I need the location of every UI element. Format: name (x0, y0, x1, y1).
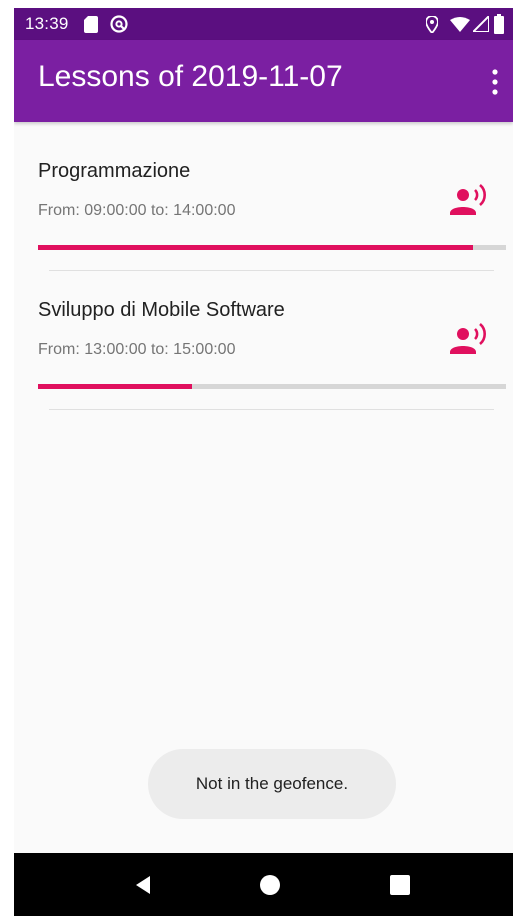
overflow-menu-icon[interactable] (483, 64, 507, 100)
lesson-progress-fill (38, 245, 474, 250)
home-icon[interactable] (258, 873, 282, 897)
sync-icon (110, 15, 128, 33)
record-voice-icon[interactable] (448, 321, 488, 361)
record-voice-icon[interactable] (448, 182, 488, 222)
signal-icon (473, 16, 489, 32)
navigation-bar (14, 853, 513, 916)
status-time: 13:39 (25, 14, 69, 33)
lesson-time: From: 09:00:00 to: 14:00:00 (38, 202, 236, 219)
lesson-progress-bar (38, 245, 506, 250)
lesson-name: Programmazione (38, 160, 191, 182)
lesson-name: Sviluppo di Mobile Software (38, 299, 285, 321)
wifi-icon (450, 17, 470, 32)
sd-card-icon (84, 16, 98, 33)
lesson-item[interactable]: Programmazione From: 09:00:00 to: 14:00:… (14, 130, 513, 271)
toast-message: Not in the geofence. (148, 749, 396, 819)
lesson-item[interactable]: Sviluppo di Mobile Software From: 13:00:… (14, 269, 513, 410)
page-title: Lessons of 2019-11-07 (38, 60, 343, 93)
battery-icon (494, 14, 504, 34)
phone-screen: 13:39 Lessons of 2019-11-07 Programmazio… (14, 8, 513, 916)
lesson-progress-bar (38, 384, 506, 389)
lesson-time: From: 13:00:00 to: 15:00:00 (38, 341, 236, 358)
recents-icon[interactable] (388, 873, 412, 897)
back-icon[interactable] (131, 873, 155, 897)
lesson-progress-fill (38, 384, 193, 389)
status-bar: 13:39 (14, 8, 513, 40)
divider (49, 409, 494, 410)
app-bar: Lessons of 2019-11-07 (14, 40, 513, 122)
location-icon (426, 16, 438, 33)
